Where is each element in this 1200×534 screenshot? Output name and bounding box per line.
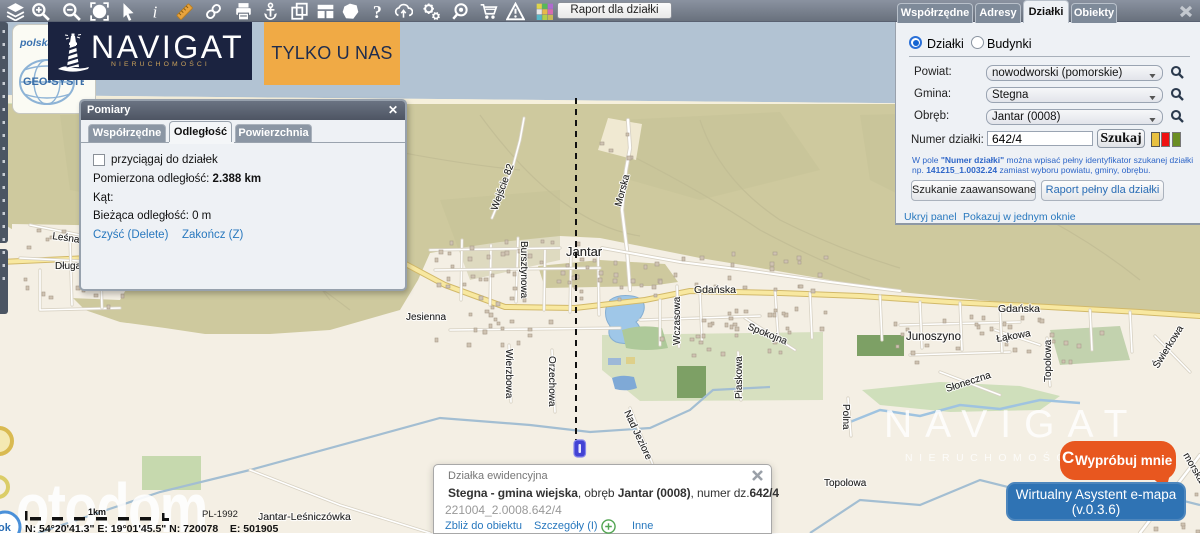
svg-text:Bursztynowa: Bursztynowa bbox=[518, 241, 529, 299]
svg-text:Orzechowa: Orzechowa bbox=[546, 356, 557, 407]
svg-text:Junoszyno: Junoszyno bbox=[906, 331, 961, 343]
svg-text:Jantar-Leśniczówka: Jantar-Leśniczówka bbox=[258, 511, 351, 523]
svg-text:Jantar: Jantar bbox=[566, 244, 603, 259]
svg-text:PL-1992: PL-1992 bbox=[202, 509, 238, 520]
svg-text:Topolowa: Topolowa bbox=[1043, 339, 1054, 382]
svg-text:1km: 1km bbox=[88, 507, 106, 517]
svg-text:Długa: Długa bbox=[55, 261, 82, 272]
svg-text:Polna: Polna bbox=[840, 404, 851, 430]
svg-text:ok: ok bbox=[0, 522, 12, 533]
svg-text:NAVIGAT: NAVIGAT bbox=[884, 403, 1140, 446]
svg-text:Wierzbowa: Wierzbowa bbox=[503, 349, 514, 399]
svg-text:NIERUCHOMOŚCI: NIERUCHOMOŚCI bbox=[905, 451, 1080, 464]
svg-text:Jesienna: Jesienna bbox=[406, 312, 446, 323]
svg-text:Wczasowa: Wczasowa bbox=[672, 296, 683, 345]
svg-text:Gdańska: Gdańska bbox=[998, 303, 1040, 315]
svg-text:i: i bbox=[153, 3, 158, 21]
svg-text:Gdańska: Gdańska bbox=[694, 284, 736, 296]
svg-text:Piaskowa: Piaskowa bbox=[734, 356, 745, 399]
svg-text:Topolowa: Topolowa bbox=[824, 478, 867, 489]
svg-text:N: 54°20'41.3" E: 19°01'45.5": N: 54°20'41.3" E: 19°01'45.5" N: 720078 … bbox=[25, 523, 279, 533]
svg-text:?: ? bbox=[373, 2, 382, 21]
